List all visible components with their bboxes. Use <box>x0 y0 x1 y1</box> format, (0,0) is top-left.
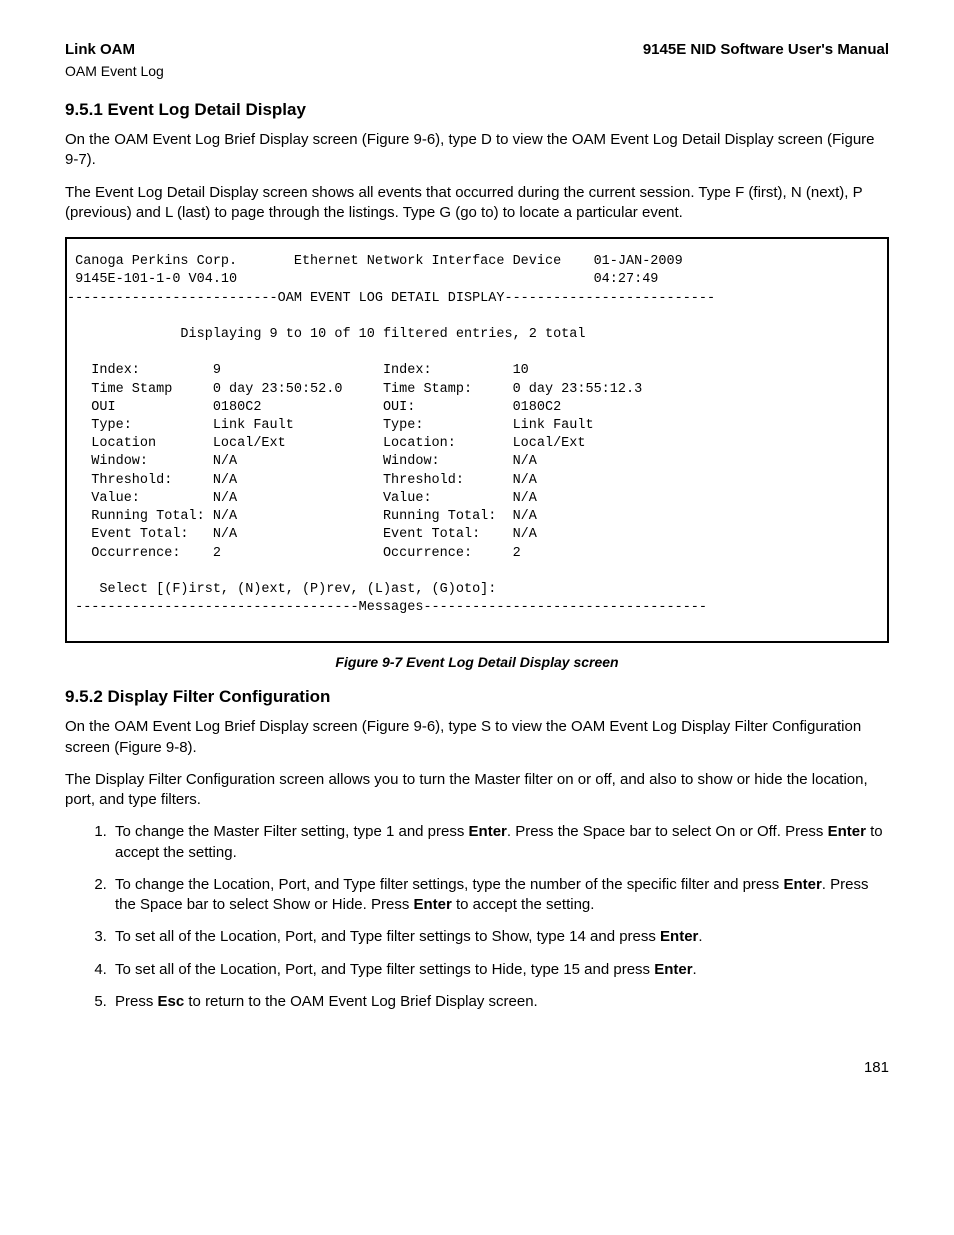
step-3: To set all of the Location, Port, and Ty… <box>111 927 889 947</box>
step-4: To set all of the Location, Port, and Ty… <box>111 960 889 980</box>
figure-caption: Figure 9-7 Event Log Detail Display scre… <box>65 653 889 672</box>
header-left: Link OAM <box>65 40 135 60</box>
steps-list: To change the Master Filter setting, typ… <box>65 822 889 1012</box>
section-951-p1: On the OAM Event Log Brief Display scree… <box>65 130 889 171</box>
section-951-p2: The Event Log Detail Display screen show… <box>65 183 889 224</box>
step-2: To change the Location, Port, and Type f… <box>111 875 889 916</box>
header-right: 9145E NID Software User's Manual <box>643 40 889 60</box>
section-952-p1: On the OAM Event Log Brief Display scree… <box>65 717 889 758</box>
header-sub: OAM Event Log <box>65 62 889 81</box>
section-952-p2: The Display Filter Configuration screen … <box>65 770 889 811</box>
terminal-screen: Canoga Perkins Corp. Ethernet Network In… <box>65 237 889 643</box>
step-1: To change the Master Filter setting, typ… <box>111 822 889 863</box>
step-5: Press Esc to return to the OAM Event Log… <box>111 992 889 1012</box>
page-number: 181 <box>65 1058 889 1078</box>
section-952-heading: 9.5.2 Display Filter Configuration <box>65 686 889 709</box>
section-951-heading: 9.5.1 Event Log Detail Display <box>65 99 889 122</box>
